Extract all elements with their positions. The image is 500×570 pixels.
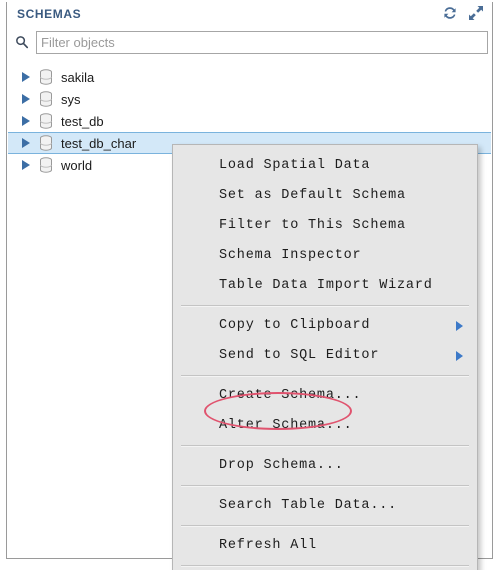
menu-item-schema-inspector[interactable]: Schema Inspector [173,241,477,271]
menu-item-copy-to-clipboard[interactable]: Copy to Clipboard [173,311,477,341]
expand-icon[interactable] [468,5,484,21]
menu-item-label: Send to SQL Editor [219,348,380,363]
expand-arrow-icon[interactable] [22,94,30,104]
menu-item-send-to-sql-editor[interactable]: Send to SQL Editor [173,341,477,371]
panel-header: SCHEMAS [7,3,492,27]
menu-item-label: Refresh All [219,538,317,553]
header-icon-group [442,5,484,21]
menu-item-label: Table Data Import Wizard [219,278,433,293]
expand-arrow-icon[interactable] [22,160,30,170]
submenu-arrow-icon [456,351,463,361]
database-icon [40,69,52,85]
tree-item-label: sys [61,91,81,107]
tree-item-sakila[interactable]: sakila [8,66,491,88]
menu-item-alter-schema[interactable]: Alter Schema... [173,411,477,441]
menu-item-filter-to-this-schema[interactable]: Filter to This Schema [173,211,477,241]
page-title: SCHEMAS [17,7,82,21]
menu-item-table-data-import-wizard[interactable]: Table Data Import Wizard [173,271,477,301]
menu-item-drop-schema[interactable]: Drop Schema... [173,451,477,481]
menu-item-label: Copy to Clipboard [219,318,371,333]
tree-item-test-db[interactable]: test_db [8,110,491,132]
expand-arrow-icon[interactable] [22,138,30,148]
expand-arrow-icon[interactable] [22,116,30,126]
tree-item-label: test_db [61,113,104,129]
filter-row [8,30,491,58]
menu-item-search-table-data[interactable]: Search Table Data... [173,491,477,521]
menu-item-label: Set as Default Schema [219,188,406,203]
refresh-icon[interactable] [442,5,458,21]
menu-item-label: Create Schema... [219,388,362,403]
menu-item-create-schema[interactable]: Create Schema... [173,381,477,411]
search-icon [16,36,29,49]
tree-item-label: test_db_char [61,135,137,151]
search-input[interactable] [36,31,488,54]
tree-item-sys[interactable]: sys [8,88,491,110]
tree-item-label: world [61,157,93,173]
menu-item-load-spatial-data[interactable]: Load Spatial Data [173,151,477,181]
menu-separator [181,305,469,307]
menu-item-label: Load Spatial Data [219,158,371,173]
menu-item-set-as-default-schema[interactable]: Set as Default Schema [173,181,477,211]
menu-separator [181,525,469,527]
database-icon [40,113,52,129]
database-icon [40,91,52,107]
menu-separator [181,375,469,377]
menu-item-refresh-all[interactable]: Refresh All [173,531,477,561]
menu-separator [181,445,469,447]
menu-item-label: Search Table Data... [219,498,398,513]
menu-separator [181,565,469,567]
menu-item-label: Filter to This Schema [219,218,406,233]
menu-item-label: Schema Inspector [219,248,362,263]
menu-separator [181,485,469,487]
menu-item-label: Drop Schema... [219,458,344,473]
database-icon [40,135,52,151]
menu-item-label: Alter Schema... [219,418,353,433]
tree-item-label: sakila [61,69,95,85]
schemas-panel-screenshot: SCHEMAS sakila [0,0,500,570]
expand-arrow-icon[interactable] [22,72,30,82]
context-menu: Load Spatial Data Set as Default Schema … [172,144,478,570]
database-icon [40,157,52,173]
submenu-arrow-icon [456,321,463,331]
